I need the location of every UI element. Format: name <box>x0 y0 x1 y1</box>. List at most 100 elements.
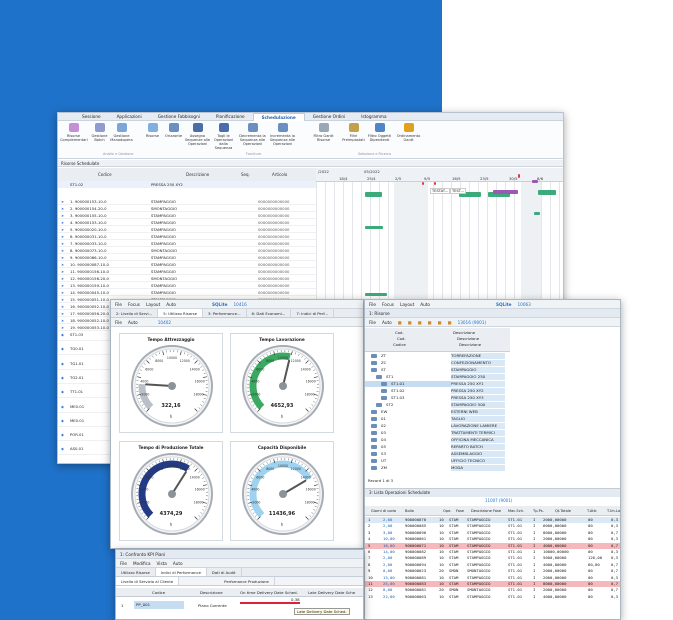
compare-tab[interactable]: Utilizzo Risorse <box>116 568 156 576</box>
ops-col-header[interactable]: T.Un.Lav <box>607 509 620 513</box>
ops-col-header[interactable]: Bolla <box>405 509 414 513</box>
ribbon-button-9[interactable]: Incrementa la Sequenza alle Operazioni <box>269 123 296 146</box>
dashboard-tab[interactable]: 3: Performance... <box>203 309 247 317</box>
ribbon-button-13[interactable]: Ordinamento Gantt <box>395 123 422 142</box>
tree-row[interactable]: 03 TRATTAMENTI TERMICI <box>365 430 505 436</box>
gantt-bar[interactable] <box>434 182 436 185</box>
ribbon-button-7[interactable]: Togli le Operazioni dalla Sequenza <box>210 123 237 150</box>
menu-file[interactable]: File <box>120 559 127 568</box>
menu-focus[interactable]: Focus <box>128 300 140 309</box>
tab-gestione-ordini[interactable]: Gestione Ordini <box>305 114 354 119</box>
col-late[interactable]: Late Delivery Date Sche <box>308 590 355 595</box>
ribbon-button-10[interactable]: Filtro Gantt Risorse <box>310 123 337 142</box>
menu-layout[interactable]: Layout <box>146 300 160 309</box>
add-icon[interactable]: ■ <box>428 318 432 327</box>
tree-row[interactable]: 05 REPARTO BATCH <box>365 444 505 450</box>
tree-col-desc[interactable]: Descrizione <box>453 330 475 335</box>
gantt-bar[interactable] <box>532 180 538 183</box>
tree-row[interactable]: ZC CONFEZIONAMENTO <box>365 360 505 366</box>
table-row[interactable]: ➤ 2. 900000154-20-0 SMONTAGGIO 000000000000… <box>58 205 318 212</box>
gantt-bar[interactable] <box>493 190 518 194</box>
ops-col-header[interactable]: Giorni di coda <box>371 509 396 513</box>
tree-col-code[interactable]: Cod. <box>395 330 404 335</box>
ops-col-header[interactable]: Ope. <box>443 509 451 513</box>
gantt-bar[interactable] <box>365 192 382 197</box>
star-icon[interactable]: ■ <box>448 318 452 327</box>
compare-tab[interactable]: Indici di Performance <box>155 568 207 576</box>
menu-file[interactable]: File <box>115 300 122 309</box>
col-codice[interactable]: Codice <box>152 590 165 595</box>
table-row[interactable]: ➤ 10. 900000087-10-0 STAMPAGGIO 00000000000… <box>58 261 318 268</box>
table-row[interactable]: ➤ 13. 900000159-10-0 STAMPAGGIO 00000000000… <box>58 282 318 289</box>
menu-file[interactable]: File <box>369 300 376 309</box>
gantt-bar[interactable] <box>365 293 387 296</box>
ops-col-header[interactable]: Qt.Totale <box>555 509 571 513</box>
tree-row[interactable]: ZM MODA <box>365 465 505 471</box>
tree-row[interactable]: ST2 STAMPAGGIO 500 <box>365 402 505 408</box>
menu-auto[interactable]: Auto <box>128 318 138 327</box>
table-row[interactable]: ➤ 8. 900000073-10-0 SMONTAGGIO 000000000000… <box>58 247 318 254</box>
table-row[interactable]: ➤ 11. 900000156-10-0 STAMPAGGIO 00000000000… <box>58 268 318 275</box>
menu-auto[interactable]: Auto <box>420 300 430 309</box>
edit-icon[interactable]: ■ <box>418 318 422 327</box>
compare-subtab[interactable]: Perfomance Produzione <box>219 577 275 585</box>
tab-pianificazione[interactable]: Pianificazione <box>208 114 253 119</box>
gantt-bar-label[interactable]: TEST... <box>450 188 466 194</box>
tree-row[interactable]: S3 ASSEMBLAGGIO <box>365 451 505 457</box>
table-row[interactable]: ➤ 5. 900000020-10-0 STAMPAGGIO 000000000000… <box>58 226 318 233</box>
tree-col-code[interactable]: Codice <box>393 342 406 347</box>
ribbon-button-8[interactable]: Decrementa la Sequenza alle Operazioni <box>239 123 266 146</box>
table-row[interactable]: ➤ 3. 900000155-10-0 STAMPAGGIO 000000000000… <box>58 212 318 219</box>
menu-file[interactable]: File <box>115 318 122 327</box>
tree-row[interactable]: ST1.02 PRESSA 250 XY2 <box>365 388 505 394</box>
tree-row[interactable]: UT UFFICIO TECNICO <box>365 458 505 464</box>
tree-col-desc[interactable]: Descrizione <box>459 342 481 347</box>
ops-col-header[interactable]: Tp.Ps. <box>533 509 544 513</box>
tree-row[interactable]: 01 TAGLIO <box>365 416 505 422</box>
menu-auto[interactable]: Auto <box>382 318 392 327</box>
dashboard-tab[interactable]: 5: Utilizzo Risorse <box>158 309 203 317</box>
gantt-bar[interactable] <box>518 174 520 178</box>
tab-istogramma[interactable]: Istogramma <box>353 114 394 119</box>
menu-file[interactable]: File <box>369 318 376 327</box>
dashboard-tab[interactable]: 6: Dati Economi... <box>247 309 292 317</box>
tree-row[interactable]: ST STAMPAGGIO <box>365 367 505 373</box>
tree-row[interactable]: 04 OFFICINA MECCANICA <box>365 437 505 443</box>
tree-col-desc[interactable]: Descrizione <box>457 336 479 341</box>
ops-col-header[interactable]: Mac.Sch. <box>508 509 524 513</box>
col-codice[interactable]: Codice <box>98 172 112 177</box>
tree-row[interactable]: EW ESTERNI WEB <box>365 409 505 415</box>
ops-col-header[interactable]: Fase <box>456 509 464 513</box>
tab-applicazioni[interactable]: Applicazioni <box>109 114 150 119</box>
ops-col-header[interactable]: T.Attr. <box>587 509 597 513</box>
dashboard-tab[interactable]: 2: Livello di Servi... <box>111 309 159 317</box>
ops-col-header[interactable]: Descrizione Fase <box>471 509 501 513</box>
menu-focus[interactable]: Focus <box>382 300 394 309</box>
tab-gestione-fabbisogni[interactable]: Gestione Fabbisogni <box>150 114 208 119</box>
tab-schedulazione[interactable]: Schedulazione <box>252 113 305 121</box>
tree-row[interactable]: ST1 STAMPAGGIO 250 <box>365 374 505 380</box>
table-row[interactable]: ➤ 9. 900000066-10-0 STAMPAGGIO 000000000000… <box>58 254 318 261</box>
compare-tab[interactable]: Dati di Audit <box>207 568 242 576</box>
ops-row[interactable]: 13 22,00 900000063 10 STAM STAMPAGGIO ST1.01 I 4… <box>365 594 620 600</box>
ribbon-button-6[interactable]: Assegna Sequenze alle Operazioni <box>184 123 211 146</box>
ribbon-button-1[interactable]: Risorse Complementari <box>60 123 88 142</box>
tree-row[interactable]: ST1.01 PRESSA 250 XY1 <box>365 381 505 387</box>
compare-subtab[interactable]: Livello di Servizio al Cliente <box>116 577 180 585</box>
gantt-bar[interactable] <box>538 190 556 195</box>
table-row[interactable]: ➤ 1. 900000153-10-0 STAMPAGGIO 000000000000… <box>58 198 318 205</box>
tree-row[interactable]: ZT TORREFAZIONE <box>365 353 505 359</box>
menu-modifica[interactable]: Modifica <box>133 559 151 568</box>
gantt-bar-label[interactable]: TESTAT... <box>430 188 451 194</box>
delete-icon[interactable]: ■ <box>438 318 442 327</box>
ribbon-button-11[interactable]: Filtri Preimpostati <box>340 123 367 142</box>
tree-row[interactable]: ST1.03 PRESSA 250 XY3 <box>365 395 505 401</box>
tree-row[interactable]: 02 LAVORAZIONE LAMIERE <box>365 423 505 429</box>
gantt-bar[interactable] <box>422 182 424 185</box>
gantt-bar[interactable] <box>534 212 540 215</box>
menu-auto[interactable]: Auto <box>173 559 183 568</box>
tree-col-code[interactable]: Cod. <box>397 336 406 341</box>
menu-vista[interactable]: Vista <box>157 559 167 568</box>
refresh-icon[interactable]: ■ <box>408 318 412 327</box>
table-row[interactable]: ➤ 7. 900000033-10-0 STAMPAGGIO 000000000000… <box>58 240 318 247</box>
